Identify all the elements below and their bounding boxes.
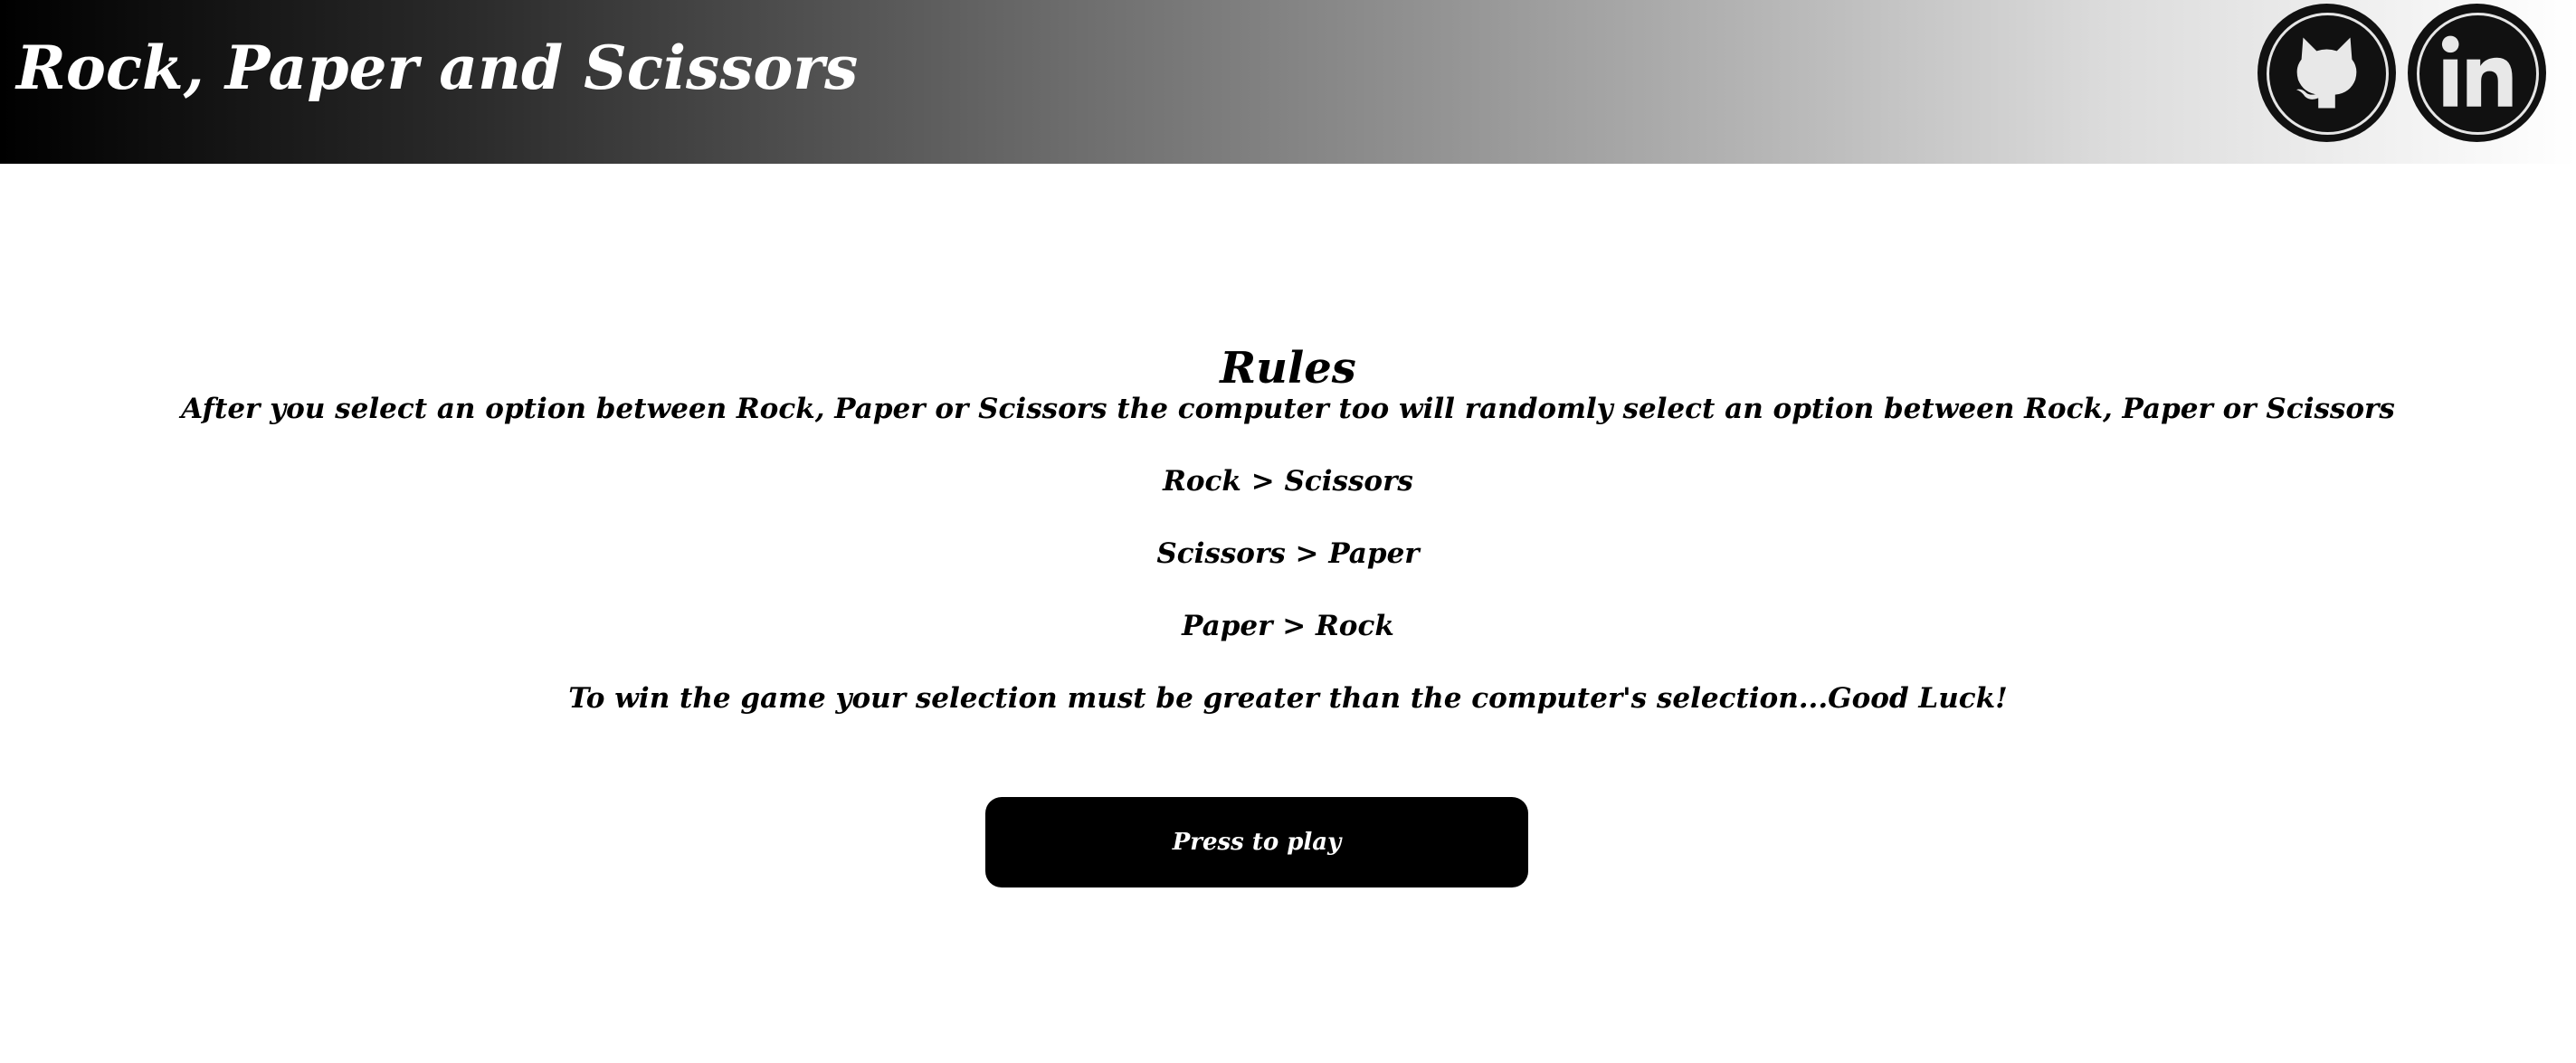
- rule-paper-rock: Paper > Rock: [1182, 610, 1394, 642]
- site-header: Rock, Paper and Scissors: [0, 0, 2576, 164]
- linkedin-link[interactable]: [2408, 4, 2546, 142]
- rule-scissors-paper: Scissors > Paper: [1156, 537, 1420, 570]
- rule-rock-scissors: Rock > Scissors: [1163, 465, 1413, 498]
- linkedin-icon: [2441, 35, 2513, 107]
- rules-closing: To win the game your selection must be g…: [568, 682, 2008, 715]
- github-link[interactable]: [2258, 4, 2396, 142]
- rules-section: Rules After you select an option between…: [0, 335, 2576, 717]
- play-button[interactable]: Press to play: [985, 797, 1528, 887]
- site-title: Rock, Paper and Scissors: [16, 33, 859, 103]
- rules-intro: After you select an option between Rock,…: [181, 393, 2395, 425]
- github-icon: [2296, 37, 2357, 109]
